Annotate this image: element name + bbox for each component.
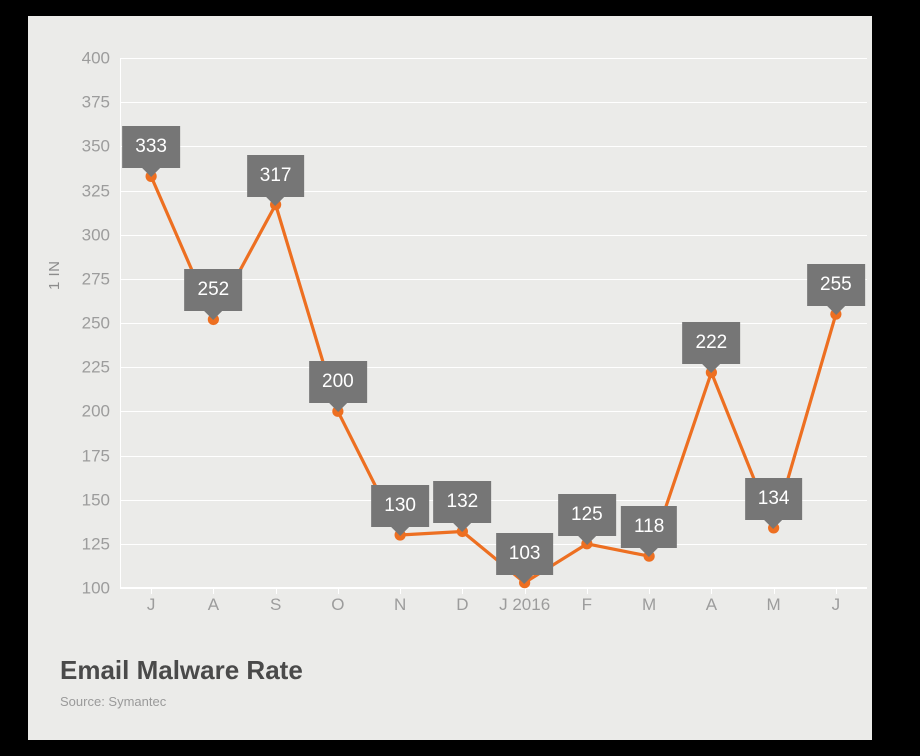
data-point-label: 130 [371, 485, 429, 527]
chart-panel: 1 IN 400 375 350 325 300 275 250 225 200 175 150 12… [28, 16, 872, 740]
data-point-label: 118 [620, 506, 678, 549]
gridline [120, 588, 867, 589]
y-axis-tick-label: 125 [81, 534, 110, 554]
chart-title: Email Malware Rate [60, 655, 303, 685]
x-axis-tick-label: A [705, 595, 718, 614]
x-axis-tick-label: J [831, 595, 841, 614]
x-axis-tick-label: M [766, 595, 781, 614]
data-point-label: 103 [495, 532, 554, 575]
x-axis-tick-mark [400, 588, 402, 594]
y-axis-tick-label: 350 [81, 136, 110, 156]
chart-source: Source: Symantec [60, 694, 167, 709]
data-point-label: 317 [246, 154, 305, 197]
x-axis-tick-mark [524, 588, 526, 594]
x-axis-tick-label: M [642, 595, 657, 614]
y-axis-tick-label: 325 [81, 181, 110, 200]
data-point-label: 222 [682, 322, 741, 365]
x-axis-tick-label: O [331, 595, 345, 614]
x-axis-tick-mark [835, 588, 837, 594]
data-point-label: 252 [184, 269, 243, 312]
x-axis-tick-mark [151, 588, 153, 594]
x-axis-tick-label: A [207, 595, 220, 614]
x-axis-tick-label: F [581, 595, 593, 614]
x-axis-tick-mark [275, 588, 277, 594]
y-axis-tick-label: 175 [81, 446, 110, 465]
y-axis-tick-label: 300 [81, 225, 110, 245]
x-axis-tick-label: S [269, 595, 282, 614]
data-point-label: 125 [558, 493, 616, 536]
chart-footer: Email Malware Rate Source: Symantec [60, 657, 660, 708]
x-axis-tick-mark [462, 588, 464, 594]
x-axis-tick-mark [649, 588, 651, 594]
chart-canvas: 1 IN 400 375 350 325 300 275 250 225 200 175 150 12… [0, 0, 920, 756]
x-axis-tick-label: D [456, 595, 469, 614]
y-axis-title: 1 IN [46, 260, 63, 290]
x-axis-tick-mark [586, 588, 588, 594]
x-axis-tick-label: J 2016 [499, 595, 551, 614]
x-axis-tick-label: J [146, 595, 156, 614]
data-point-label: 200 [309, 361, 367, 404]
y-axis-tick-label: 100 [81, 578, 110, 598]
y-axis-tick-label: 200 [81, 401, 110, 421]
y-axis-tick-label: 400 [81, 48, 110, 68]
y-axis-tick-label: 375 [81, 92, 110, 112]
data-point-label: 132 [433, 481, 492, 524]
y-axis-tick-label: 225 [81, 357, 110, 377]
x-axis-tick-mark [773, 588, 775, 594]
plot-area: 400 375 350 325 300 275 250 225 200 175 150 125 100 … [82, 50, 867, 613]
y-axis-tick-label: 275 [81, 269, 110, 289]
x-axis-tick-label: N [393, 595, 407, 614]
data-point-label: 134 [744, 477, 803, 520]
data-point-label: 333 [122, 126, 180, 169]
data-point-label: 255 [807, 264, 865, 307]
x-axis-tick-mark [337, 588, 339, 594]
x-axis-tick-mark [711, 588, 713, 594]
y-axis-tick-label: 250 [81, 313, 110, 333]
y-axis-tick-label: 150 [81, 490, 110, 510]
x-axis-tick-mark [213, 588, 215, 594]
